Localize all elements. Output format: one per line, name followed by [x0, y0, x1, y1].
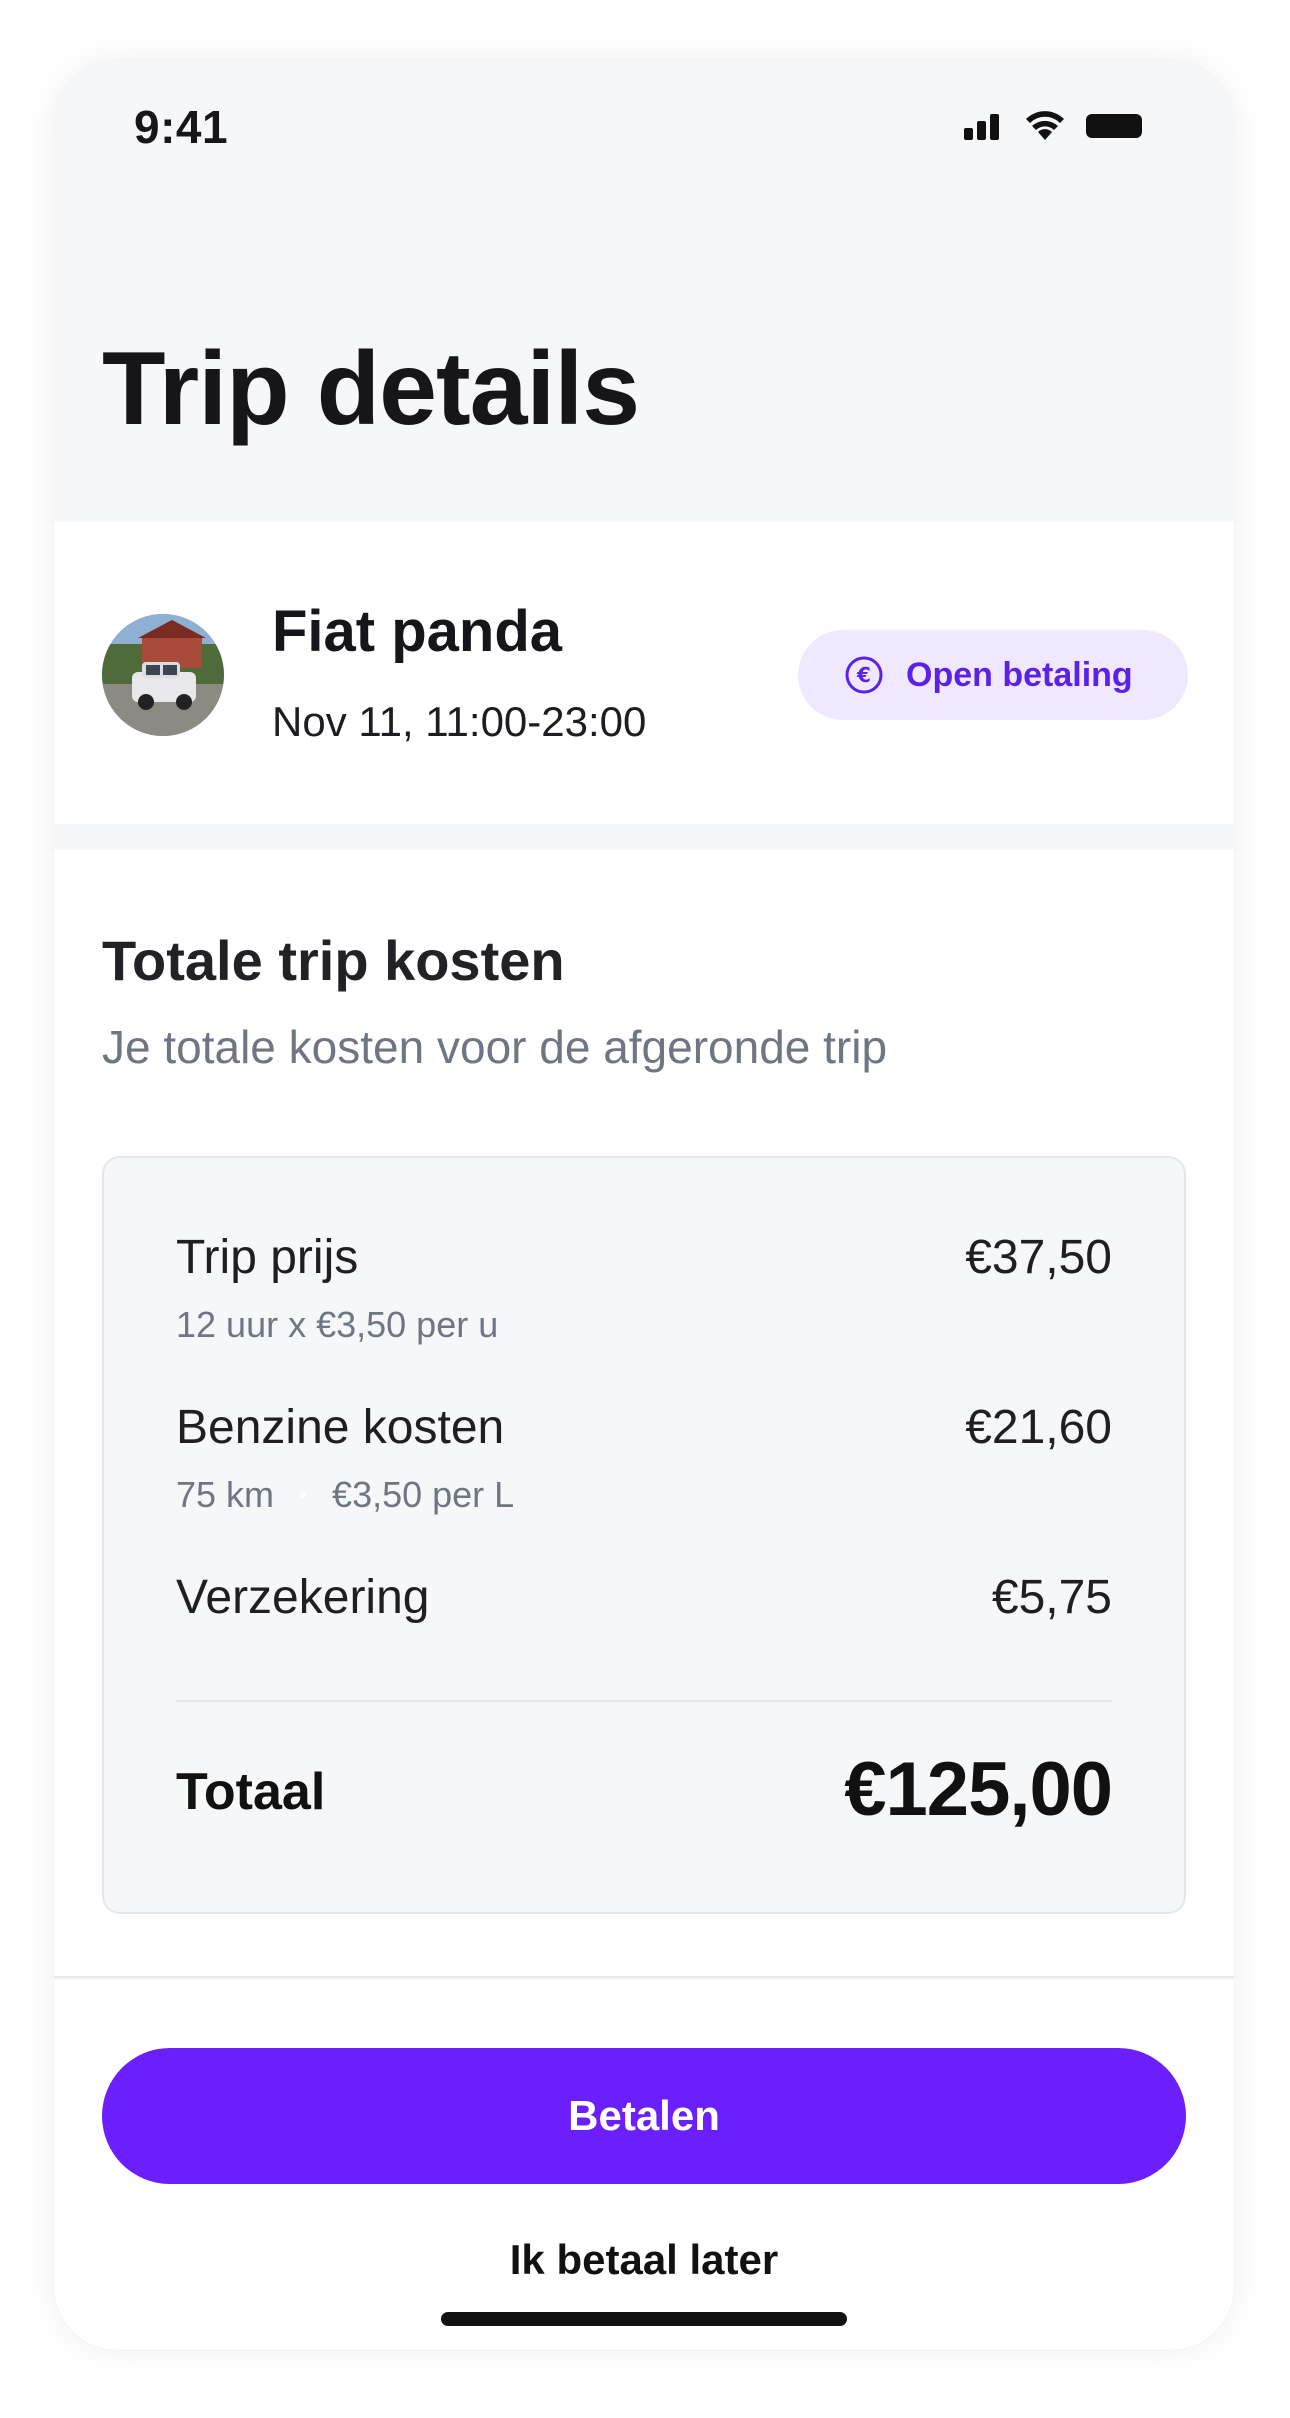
home-indicator: [441, 2312, 847, 2326]
cost-row-trip-price: Trip prijs €37,50 12 uur x €3,50 per u: [176, 1230, 1112, 1350]
badge-label: Open betaling: [906, 655, 1133, 694]
total-label: Totaal: [176, 1763, 326, 1821]
payment-status-badge[interactable]: € Open betaling: [798, 630, 1188, 720]
phone-screen: 9:41 Trip details Fiat panda Nov 11, 11:…: [54, 60, 1234, 2350]
pay-later-button[interactable]: Ik betaal later: [102, 2220, 1186, 2300]
cost-amount: €5,75: [991, 1571, 1112, 1624]
euro-icon: €: [845, 656, 883, 694]
cellular-signal-icon: [964, 114, 999, 140]
cost-row-fuel: Benzine kosten €21,60 75 km €3,50 per L: [176, 1400, 1112, 1520]
status-time: 9:41: [134, 101, 229, 153]
cost-label: Verzekering: [176, 1571, 430, 1624]
status-icons: [964, 110, 1146, 142]
cost-row-insurance: Verzekering €5,75: [176, 1570, 1112, 1640]
pay-button[interactable]: Betalen: [102, 2048, 1186, 2184]
status-bar: 9:41: [54, 60, 1234, 190]
trip-date: Nov 11, 11:00-23:00: [272, 698, 647, 745]
wifi-icon: [1026, 111, 1064, 140]
separator-dot: [300, 1492, 307, 1498]
total-amount: €125,00: [844, 1747, 1113, 1832]
svg-text:€: €: [856, 663, 871, 687]
page-title: Trip details: [102, 331, 640, 447]
section-subtitle: Je totale kosten voor de afgeronde trip: [102, 1021, 888, 1073]
cost-label: Trip prijs: [176, 1231, 359, 1284]
cost-breakdown: Trip prijs €37,50 12 uur x €3,50 per u B…: [102, 1156, 1186, 1914]
cost-detail: 12 uur x €3,50 per u: [176, 1304, 499, 1345]
cost-amount: €37,50: [965, 1231, 1112, 1284]
divider: [176, 1700, 1112, 1702]
action-area: Betalen Ik betaal later: [54, 1980, 1234, 2350]
car-avatar: [102, 614, 224, 736]
cost-detail: 75 km €3,50 per L: [176, 1474, 514, 1516]
cost-label: Benzine kosten: [176, 1401, 505, 1454]
trip-costs-section: Totale trip kosten Je totale kosten voor…: [54, 850, 1234, 1978]
trip-card: Fiat panda Nov 11, 11:00-23:00 € Open be…: [54, 522, 1234, 824]
car-name: Fiat panda: [272, 599, 563, 664]
section-title: Totale trip kosten: [102, 929, 565, 992]
fuel-distance: 75 km: [176, 1474, 275, 1515]
cost-amount: €21,60: [965, 1401, 1112, 1454]
fuel-price: €3,50 per L: [332, 1474, 515, 1515]
battery-icon: [1086, 114, 1142, 138]
